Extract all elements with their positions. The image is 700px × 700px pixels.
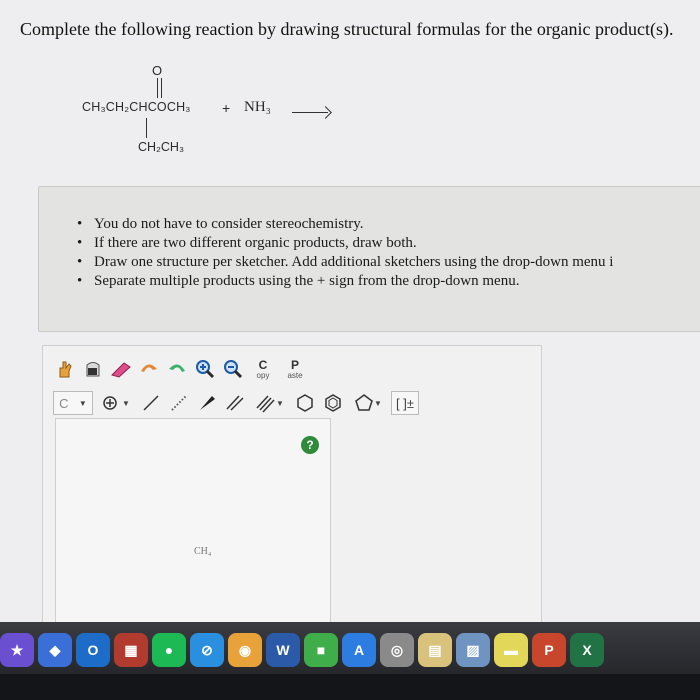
hand-icon[interactable] [53, 357, 77, 381]
chrome-icon[interactable]: ◉ [228, 633, 262, 667]
redo-icon[interactable] [165, 357, 189, 381]
paste-label: aste [287, 370, 303, 380]
paste-letter: P [290, 357, 299, 372]
stickies-icon[interactable]: ▬ [494, 633, 528, 667]
copy-label: opy [256, 370, 270, 380]
reagent-ammonia: NH₃ [244, 99, 271, 115]
instruction-item: If there are two different organic produ… [77, 234, 613, 253]
carbonyl-oxygen: O [152, 63, 163, 78]
outlook-icon[interactable]: O [76, 633, 110, 667]
macos-dock: ★ ◆ O ▦ ● ⊘ ◉ W ■ A ◎ ▤ ▨ ▬ P X [0, 622, 700, 700]
word-icon[interactable]: W [266, 633, 300, 667]
facetime-icon[interactable]: ■ [304, 633, 338, 667]
chevron-down-icon: ▼ [122, 398, 130, 408]
notes-icon[interactable]: ▤ [418, 633, 452, 667]
bracket-tool[interactable]: [ ]± [391, 391, 419, 415]
safari-icon[interactable]: ⊘ [190, 633, 224, 667]
ethyl-substituent: CH₂CH₃ [138, 140, 185, 154]
eraser-icon[interactable] [109, 357, 133, 381]
plus-sign: + [222, 100, 231, 116]
single-bond [146, 118, 147, 138]
reaction-scheme: O CH₃CH₂CHCOCH₃ CH₂CH₃ + NH₃ [0, 0, 700, 170]
wedge-bond-icon[interactable] [195, 391, 219, 415]
structure-sketcher: C opy P aste C ▼ ▼ ▼ ▼ []± ? CH₄ [42, 345, 542, 658]
benzene-icon[interactable] [321, 391, 345, 415]
preview-icon[interactable]: ▨ [456, 633, 490, 667]
screen-share-icon[interactable]: ◎ [380, 633, 414, 667]
element-select-label: C [59, 395, 69, 411]
browser-page: Complete the following reaction by drawi… [0, 0, 700, 658]
zoom-in-icon[interactable] [193, 357, 217, 381]
triple-bond-icon[interactable]: ▼ [251, 391, 289, 415]
sketcher-toolbar-top: C opy P aste [53, 354, 309, 384]
charge-tool[interactable]: ▼ [97, 391, 135, 415]
instructions-box: You do not have to consider stereochemis… [38, 186, 700, 332]
copy-letter: C [258, 357, 268, 372]
sketcher-toolbar-bottom: C ▼ ▼ ▼ ▼ [ ]± [53, 388, 419, 418]
single-bond-icon[interactable] [139, 391, 163, 415]
undo-icon[interactable] [137, 357, 161, 381]
excel-icon[interactable]: X [570, 633, 604, 667]
imovie-star-icon[interactable]: ★ [0, 633, 34, 667]
lasso-icon[interactable] [81, 357, 105, 381]
reaction-arrow [292, 112, 328, 113]
zoom-out-icon[interactable] [221, 357, 245, 381]
instruction-item: Separate multiple products using the + s… [77, 272, 613, 291]
pentagon-ring-icon[interactable]: ▼ [349, 391, 387, 415]
launchpad-icon[interactable]: ◆ [38, 633, 72, 667]
double-bond [157, 78, 162, 98]
dock-app-list: ★ ◆ O ▦ ● ⊘ ◉ W ■ A ◎ ▤ ▨ ▬ P X [0, 628, 700, 672]
dock-shelf [0, 674, 700, 700]
photo-booth-icon[interactable]: ▦ [114, 633, 148, 667]
reactant-formula: CH₃CH₂CHCOCH₃ [82, 100, 191, 114]
instruction-item: Draw one structure per sketcher. Add add… [77, 253, 613, 272]
plus-circle-icon [103, 396, 117, 410]
powerpoint-icon[interactable]: P [532, 633, 566, 667]
double-bond-icon[interactable] [223, 391, 247, 415]
canvas-atom-label: CH₄ [194, 546, 212, 557]
chevron-down-icon: ▼ [276, 398, 284, 408]
app-store-icon[interactable]: A [342, 633, 376, 667]
paste-button[interactable]: P aste [281, 359, 309, 380]
element-selector[interactable]: C ▼ [53, 391, 93, 415]
cyclohexane-icon[interactable] [293, 391, 317, 415]
hashed-bond-icon[interactable] [167, 391, 191, 415]
help-icon[interactable]: ? [301, 436, 319, 454]
instruction-item: You do not have to consider stereochemis… [77, 215, 613, 234]
chevron-down-icon: ▼ [374, 398, 382, 408]
spotify-icon[interactable]: ● [152, 633, 186, 667]
chevron-down-icon: ▼ [78, 398, 87, 408]
copy-button[interactable]: C opy [249, 359, 277, 380]
